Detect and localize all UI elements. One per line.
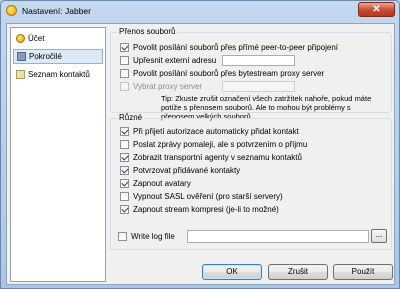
select-proxy-label: Vybrat proxy server <box>133 82 203 91</box>
auto-add-contact-label: Při přijetí autorizace automaticky přida… <box>133 127 299 136</box>
advanced-settings-panel: Přenos souborů Povolit posílání souborů … <box>110 27 392 255</box>
sidebar-item-ucet[interactable]: Účet <box>13 31 103 46</box>
apply-button[interactable]: Použít <box>333 264 393 280</box>
option-disable-sasl[interactable]: Vypnout SASL ověření (pro starší servery… <box>120 192 283 201</box>
slow-messages-label: Poslat zprávy pomaleji, ale s potvrzením… <box>133 140 308 149</box>
allow-p2p-label: Povolit posílání souborů přes přímé peer… <box>133 43 338 52</box>
sidebar-item-label: Pokročilé <box>29 52 62 61</box>
dialog-body: Účet Pokročilé Seznam kontaktů Přenos so… <box>6 23 395 285</box>
sidebar-item-seznam-kontaktu[interactable]: Seznam kontaktů <box>13 67 103 82</box>
log-file-path-field[interactable] <box>187 230 369 243</box>
confirm-contacts-label: Potvrzovat přidávané kontakty <box>133 166 241 175</box>
write-log-checkbox[interactable] <box>118 232 127 241</box>
avatars-checkbox[interactable] <box>120 179 129 188</box>
avatars-label: Zapnout avatary <box>133 179 191 188</box>
file-transfer-group-title: Přenos souborů <box>117 27 178 36</box>
option-avatars[interactable]: Zapnout avatary <box>120 179 191 188</box>
sidebar-item-label: Účet <box>28 34 45 43</box>
show-transports-checkbox[interactable] <box>120 153 129 162</box>
disable-sasl-checkbox[interactable] <box>120 192 129 201</box>
allow-p2p-checkbox[interactable] <box>120 43 129 52</box>
allow-proxy-label: Povolit posílání souborů přes bytestream… <box>133 69 325 78</box>
select-proxy-checkbox[interactable] <box>120 82 129 91</box>
file-transfer-tip: Tip: Zkuste zrušit označení všech zatrží… <box>161 94 372 121</box>
allow-proxy-option[interactable]: Povolit posílání souborů přes bytestream… <box>120 69 324 78</box>
stream-compression-checkbox[interactable] <box>120 205 129 214</box>
allow-proxy-checkbox[interactable] <box>120 69 129 78</box>
external-address-field[interactable] <box>222 55 295 66</box>
file-transfer-group: Přenos souborů Povolit posílání souborů … <box>110 27 392 121</box>
misc-group-title: Různé <box>117 113 145 122</box>
external-address-checkbox[interactable] <box>120 56 129 65</box>
window-title: Nastavení: Jabber <box>22 6 91 16</box>
browse-log-button[interactable]: ... <box>371 229 387 243</box>
settings-sidebar: Účet Pokročilé Seznam kontaktů <box>10 27 106 282</box>
contacts-icon <box>16 70 25 79</box>
option-slow-messages[interactable]: Poslat zprávy pomaleji, ale s potvrzením… <box>120 140 307 149</box>
option-show-transports[interactable]: Zobrazit transportní agenty v seznamu ko… <box>120 153 302 162</box>
option-confirm-contacts[interactable]: Potvrzovat přidávané kontakty <box>120 166 240 175</box>
option-auto-add-contact[interactable]: Při přijetí autorizace automaticky přida… <box>120 127 299 136</box>
advanced-icon <box>17 52 26 61</box>
show-transports-label: Zobrazit transportní agenty v seznamu ko… <box>133 153 302 162</box>
ok-button[interactable]: OK <box>202 264 262 280</box>
auto-add-contact-checkbox[interactable] <box>120 127 129 136</box>
external-address-label: Upřesnit externí adresu <box>133 56 217 65</box>
disable-sasl-label: Vypnout SASL ověření (pro starší servery… <box>133 192 283 201</box>
external-address-option[interactable]: Upřesnit externí adresu <box>120 56 216 65</box>
settings-window: Nastavení: Jabber ✕ Účet Pokročilé Sezna… <box>0 0 400 289</box>
write-log-option[interactable]: Write log file <box>118 232 175 241</box>
jabber-app-icon <box>6 5 17 16</box>
allow-p2p-option[interactable]: Povolit posílání souborů přes přímé peer… <box>120 43 338 52</box>
title-bar[interactable]: Nastavení: Jabber ✕ <box>1 1 399 21</box>
proxy-server-field[interactable] <box>222 81 295 92</box>
option-stream-compression[interactable]: Zapnout stream kompresi (je-li to možné) <box>120 205 279 214</box>
cancel-button[interactable]: Zrušit <box>268 264 328 280</box>
stream-compression-label: Zapnout stream kompresi (je-li to možné) <box>133 205 279 214</box>
user-icon <box>16 34 25 43</box>
slow-messages-checkbox[interactable] <box>120 140 129 149</box>
select-proxy-option[interactable]: Vybrat proxy server <box>120 82 202 91</box>
close-button[interactable]: ✕ <box>358 2 395 17</box>
sidebar-item-pokrocile[interactable]: Pokročilé <box>13 49 103 64</box>
sidebar-item-label: Seznam kontaktů <box>28 70 90 79</box>
confirm-contacts-checkbox[interactable] <box>120 166 129 175</box>
write-log-label: Write log file <box>131 232 175 241</box>
